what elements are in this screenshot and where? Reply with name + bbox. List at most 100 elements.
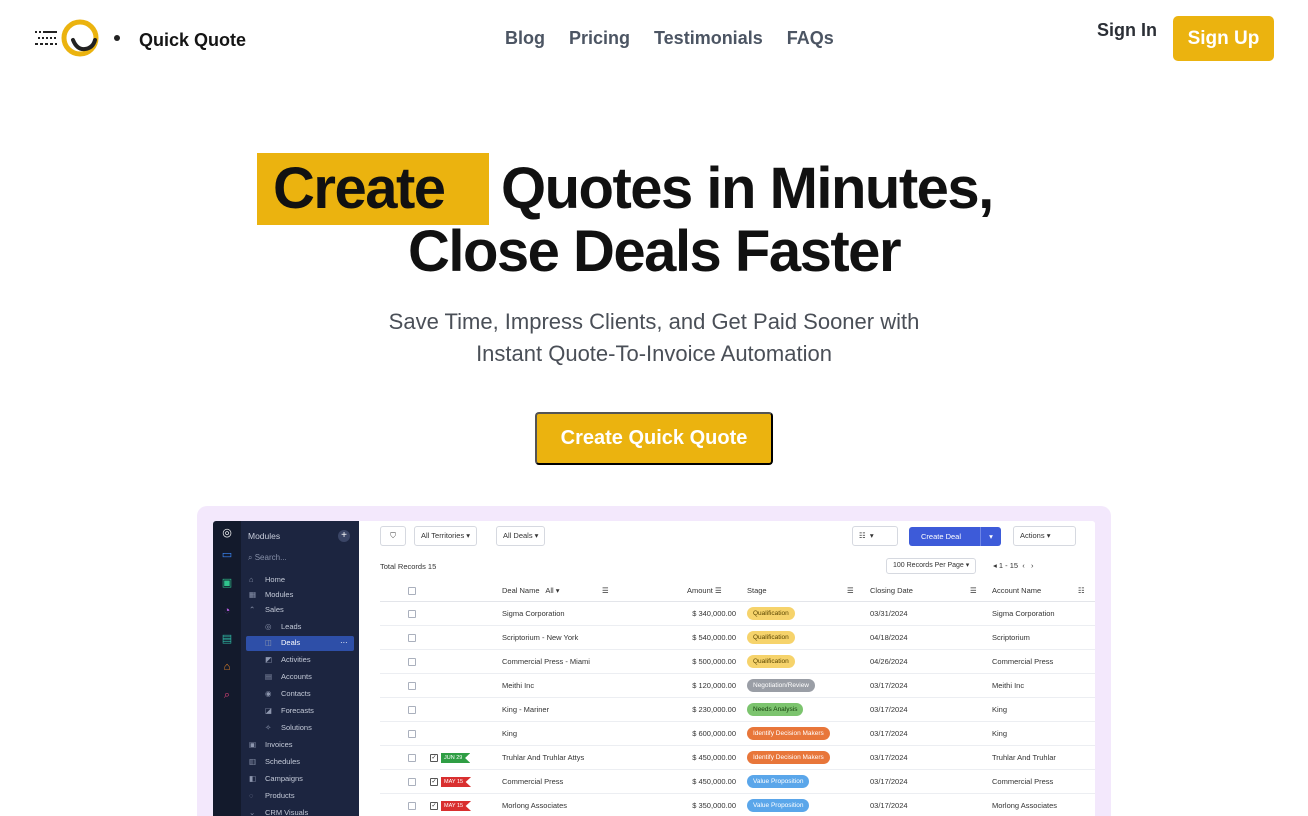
table-row[interactable]: ✓ MAY 15 Commercial Press $ 450,000.00 Value… <box>380 770 1095 794</box>
deals-filter-dropdown[interactable]: All Deals ▾ <box>496 526 546 546</box>
deal-name-cell[interactable]: Commercial Press - Miami <box>502 657 590 666</box>
sidebar-item-invoices[interactable]: ▣ Invoices <box>249 738 293 752</box>
table-row[interactable]: Meithi Inc $ 120,000.00 Negotiation/Review… <box>380 674 1095 698</box>
account-name-cell[interactable]: King <box>992 705 1007 714</box>
sidebar-item-activities[interactable]: ◩ Activities <box>265 653 311 667</box>
col-amount[interactable]: Amount ☰ <box>687 586 722 595</box>
search-rail-icon[interactable]: ⌕ <box>220 688 234 702</box>
sidebar-item-campaigns[interactable]: ◧ Campaigns <box>249 772 303 786</box>
store-rail-icon[interactable]: ⌂ <box>220 660 234 674</box>
select-all-checkbox[interactable] <box>408 587 416 595</box>
account-name-cell[interactable]: Commercial Press <box>992 657 1053 666</box>
task-check-icon[interactable]: ✓ <box>430 778 438 786</box>
table-row[interactable]: Scriptorium - New York $ 540,000.00 Qualif… <box>380 626 1095 650</box>
territories-dropdown[interactable]: All Territories ▾ <box>414 526 478 546</box>
account-name-cell[interactable]: Commercial Press <box>992 777 1053 786</box>
task-check-icon[interactable]: ✓ <box>430 754 438 762</box>
deal-name-cell[interactable]: Truhlar And Truhlar Attys <box>502 753 584 762</box>
create-deal-dropdown-icon[interactable]: ▾ <box>980 527 1001 546</box>
column-settings-icon[interactable]: ☷ <box>1078 586 1085 595</box>
brand-logo[interactable]: Quick Quote <box>33 16 246 62</box>
task-check-icon[interactable]: ✓ <box>430 802 438 810</box>
table-row[interactable]: King $ 600,000.00 Identify Decision Makers… <box>380 722 1095 746</box>
sidebar-item-sales[interactable]: ⌃ Sales <box>249 603 284 617</box>
row-checkbox[interactable] <box>408 802 416 810</box>
modules-icon: ▦ <box>249 590 257 599</box>
sidebar-item-home[interactable]: ⌂ Home <box>249 573 285 587</box>
deal-name-cell[interactable]: Meithi Inc <box>502 681 534 690</box>
col-date-menu-icon[interactable]: ☰ <box>970 586 977 595</box>
deal-name-cell[interactable]: Morlong Associates <box>502 801 567 810</box>
closing-date-cell: 04/26/2024 <box>870 657 908 666</box>
sidebar-item-solutions[interactable]: ✧ Solutions <box>265 721 312 735</box>
table-row[interactable]: King - Mariner $ 230,000.00 Needs Analysis… <box>380 698 1095 722</box>
row-checkbox[interactable] <box>408 682 416 690</box>
sidebar-item-deals[interactable]: ◫ Deals ⋯ <box>265 636 348 650</box>
col-deal-name[interactable]: Deal Name All ▾ <box>502 586 560 595</box>
sidebar-item-modules[interactable]: ▦ Modules <box>249 588 293 602</box>
table-row[interactable]: ✓ JUN 29 Truhlar And Truhlar Attys $ 450,00… <box>380 746 1095 770</box>
create-quick-quote-button[interactable]: Create Quick Quote <box>535 412 773 465</box>
account-name-cell[interactable]: King <box>992 729 1007 738</box>
row-checkbox[interactable] <box>408 706 416 714</box>
col-deal-menu-icon[interactable]: ☰ <box>602 586 609 595</box>
nav-link-faqs[interactable]: FAQs <box>787 28 834 49</box>
col-account-name[interactable]: Account Name <box>992 586 1041 595</box>
sidebar-item-products[interactable]: ◌ Products <box>249 789 295 803</box>
table-row[interactable]: ✓ MAY 15 Morlong Associates $ 350,000.00 Val… <box>380 794 1095 816</box>
account-name-cell[interactable]: Sigma Corporation <box>992 609 1055 618</box>
add-module-icon[interactable]: + <box>338 530 350 542</box>
row-checkbox[interactable] <box>408 610 416 618</box>
table-row[interactable]: Commercial Press - Miami $ 500,000.00 Qual… <box>380 650 1095 674</box>
nav-link-pricing[interactable]: Pricing <box>569 28 630 49</box>
deal-name-cell[interactable]: King - Mariner <box>502 705 549 714</box>
account-name-cell[interactable]: Meithi Inc <box>992 681 1024 690</box>
deal-name-cell[interactable]: Sigma Corporation <box>502 609 565 618</box>
col-stage-menu-icon[interactable]: ☰ <box>847 586 854 595</box>
total-records: Total Records 15 <box>380 562 437 571</box>
table-row[interactable]: Sigma Corporation $ 340,000.00 Qualificati… <box>380 602 1095 626</box>
row-checkbox[interactable] <box>408 730 416 738</box>
modules-rail-icon[interactable]: ▭ <box>220 548 234 562</box>
deal-name-cell[interactable]: Scriptorium - New York <box>502 633 578 642</box>
list-view-icon: ☷ <box>859 531 866 540</box>
account-name-cell[interactable]: Morlong Associates <box>992 801 1057 810</box>
sidebar-item-contacts[interactable]: ◉ Contacts <box>265 687 311 701</box>
sidebar-item-forecasts[interactable]: ◪ Forecasts <box>265 704 314 718</box>
amount-cell: $ 340,000.00 <box>692 609 736 618</box>
sidebar-item-leads[interactable]: ◎ Leads <box>265 620 301 634</box>
records-per-page-select[interactable]: 100 Records Per Page ▾ <box>886 558 977 574</box>
deal-name-cell[interactable]: King <box>502 729 517 738</box>
row-checkbox[interactable] <box>408 634 416 642</box>
row-checkbox[interactable] <box>408 754 416 762</box>
sidebar-item-label: Forecasts <box>281 706 314 715</box>
sidebar-search-input[interactable]: ⌕ Search... <box>248 553 287 563</box>
sidebar-item-crm-visuals[interactable]: ⌄ CRM Visuals <box>249 806 308 816</box>
view-toggle[interactable]: ☷ ▾ <box>852 526 898 546</box>
sidebar-item-accounts[interactable]: ▤ Accounts <box>265 670 312 684</box>
amount-cell: $ 350,000.00 <box>692 801 736 810</box>
nav-link-blog[interactable]: Blog <box>505 28 545 49</box>
more-options-icon[interactable]: ⋯ <box>340 636 348 650</box>
sign-in-link[interactable]: Sign In <box>1097 20 1157 41</box>
create-deal-button[interactable]: Create Deal ▾ <box>909 527 1001 546</box>
account-name-cell[interactable]: Truhlar And Truhlar <box>992 753 1056 762</box>
row-checkbox[interactable] <box>408 778 416 786</box>
sidebar-item-schedules[interactable]: ▥ Schedules <box>249 755 300 769</box>
filter-icon[interactable]: ⛉ <box>380 526 406 546</box>
col-deal-filter[interactable]: All <box>545 586 553 595</box>
sign-up-button[interactable]: Sign Up <box>1173 16 1274 61</box>
col-closing-date[interactable]: Closing Date <box>870 586 913 595</box>
actions-dropdown[interactable]: Actions ▾ <box>1013 526 1076 546</box>
row-checkbox[interactable] <box>408 658 416 666</box>
hero-headline-line1: Create Quotes in Minutes, <box>0 153 1308 228</box>
closing-date-cell: 03/17/2024 <box>870 777 908 786</box>
col-stage[interactable]: Stage <box>747 586 767 595</box>
crm-visuals-icon: ⌄ <box>249 808 256 816</box>
account-name-cell[interactable]: Scriptorium <box>992 633 1030 642</box>
deal-name-cell[interactable]: Commercial Press <box>502 777 563 786</box>
chart-rail-icon[interactable]: ▣ <box>220 576 234 590</box>
nav-link-testimonials[interactable]: Testimonials <box>654 28 763 49</box>
database-rail-icon[interactable]: ▤ <box>220 632 234 646</box>
pie-rail-icon[interactable]: ◔ <box>220 604 234 618</box>
